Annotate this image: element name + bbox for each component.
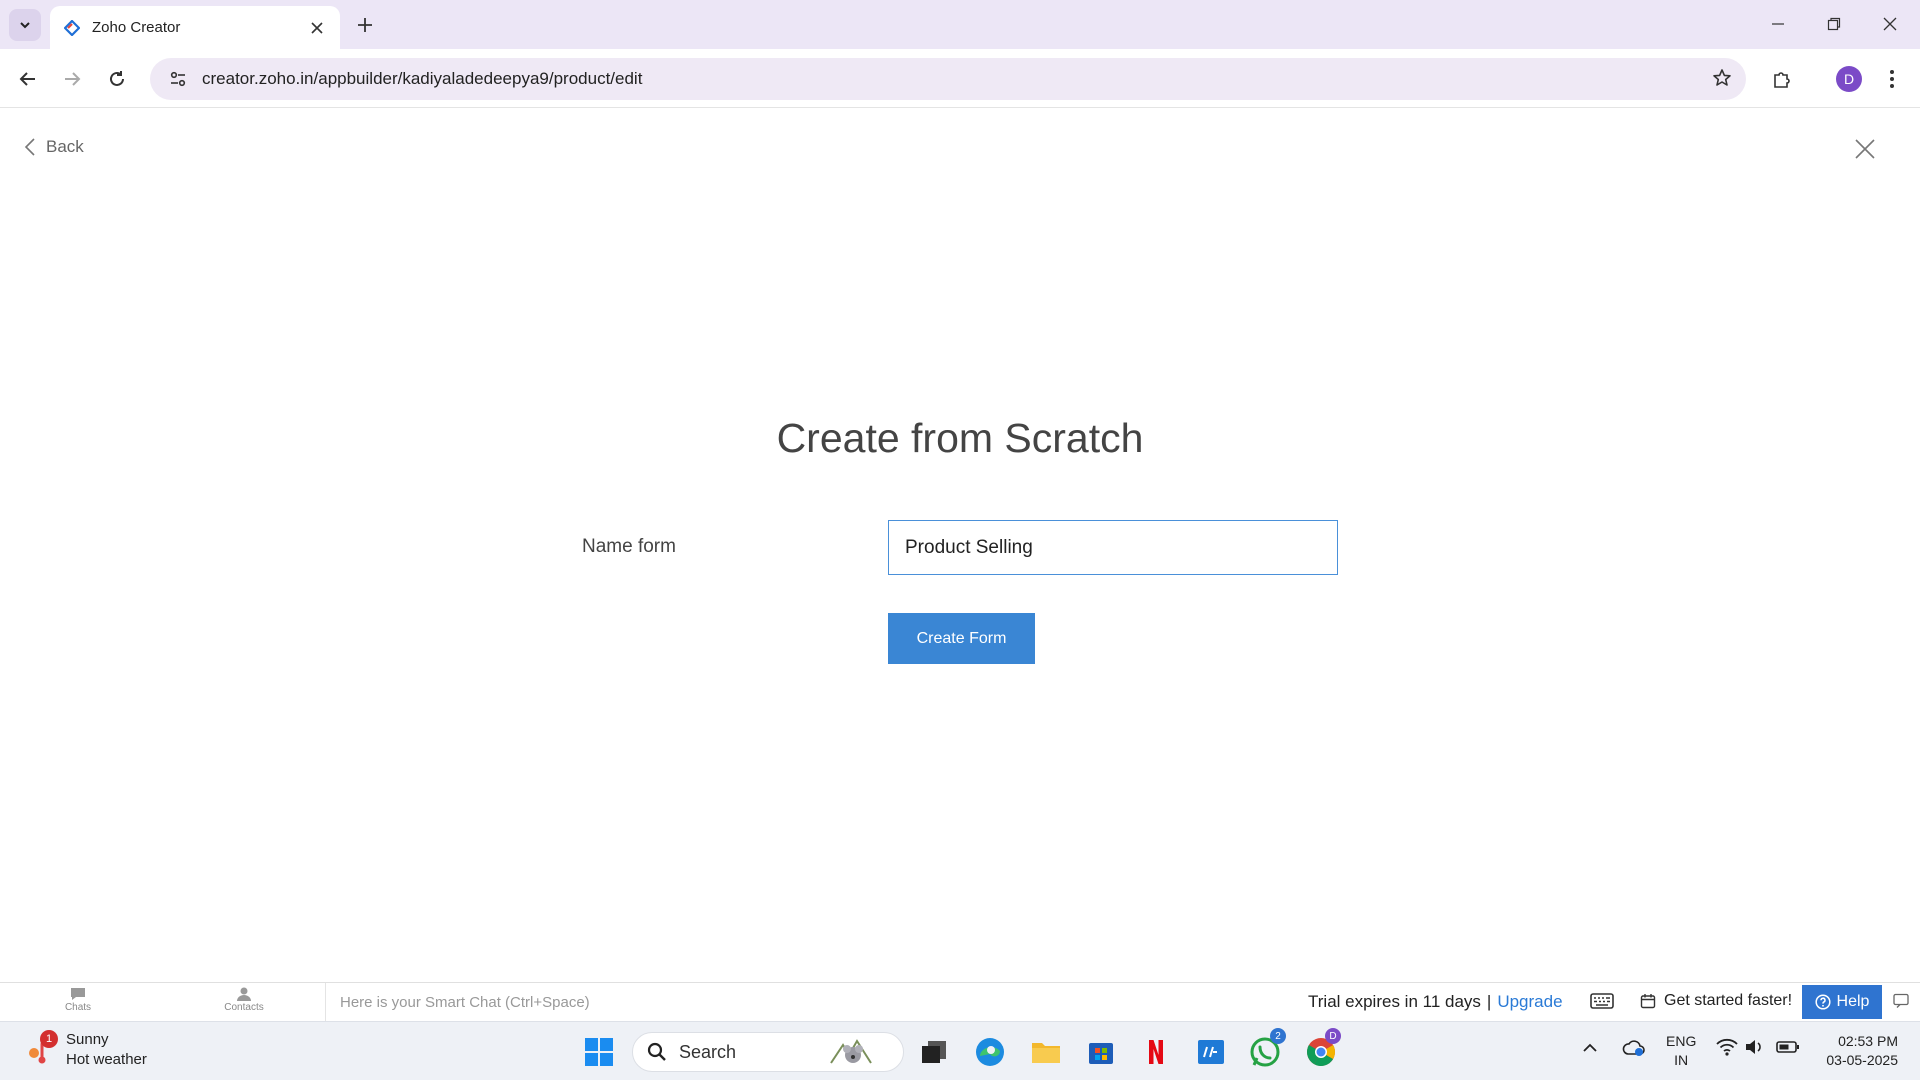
region-code: IN xyxy=(1674,1052,1689,1068)
help-button[interactable]: Help xyxy=(1802,985,1882,1019)
get-started-button[interactable]: Get started faster! xyxy=(1640,992,1792,1010)
taskbar-search-label: Search xyxy=(679,1041,737,1062)
chat-bubble-icon xyxy=(71,988,85,1000)
window-close-button[interactable] xyxy=(1870,8,1910,40)
plus-icon xyxy=(358,18,372,32)
browser-menu-button[interactable] xyxy=(1882,63,1902,95)
tab-title: Zoho Creator xyxy=(92,19,181,36)
tab-search-button[interactable] xyxy=(9,9,41,41)
tab-zoho-creator[interactable]: Zoho Creator xyxy=(50,6,340,49)
zoho-footer-bar: Chats Contacts Here is your Smart Chat (… xyxy=(0,982,1920,1021)
browser-toolbar: creator.zoho.in/appbuilder/kadiyaladedee… xyxy=(0,49,1920,108)
forward-nav-button[interactable] xyxy=(56,63,88,95)
upgrade-link[interactable]: Upgrade xyxy=(1497,992,1562,1011)
url-text: creator.zoho.in/appbuilder/kadiyaladedee… xyxy=(202,69,643,88)
smart-chat-input[interactable]: Here is your Smart Chat (Ctrl+Space) xyxy=(325,983,1325,1021)
netflix-icon[interactable] xyxy=(1136,1032,1176,1072)
calendar-icon xyxy=(1640,994,1656,1009)
help-label: Help xyxy=(1836,993,1870,1010)
create-form-button[interactable]: Create Form xyxy=(888,613,1035,664)
more-vertical-icon xyxy=(1890,70,1894,88)
volume-icon[interactable] xyxy=(1744,1038,1764,1059)
task-view-icon[interactable] xyxy=(914,1032,954,1072)
page-title: Create from Scratch xyxy=(776,415,1144,461)
keyboard-icon[interactable] xyxy=(1590,992,1614,1015)
contact-icon xyxy=(237,987,251,1001)
puzzle-icon xyxy=(1774,72,1790,88)
close-icon xyxy=(1855,139,1875,159)
question-circle-icon xyxy=(1814,994,1831,1010)
chats-button[interactable]: Chats xyxy=(48,986,108,1013)
address-bar[interactable]: creator.zoho.in/appbuilder/kadiyaladedee… xyxy=(150,58,1746,100)
chevron-left-icon xyxy=(24,138,35,156)
whatsapp-notification-badge: 2 xyxy=(1270,1028,1286,1044)
clock-date: 03-05-2025 xyxy=(1826,1052,1898,1068)
profile-avatar[interactable]: D xyxy=(1836,66,1862,92)
back-link[interactable]: Back xyxy=(24,137,84,157)
arrow-right-icon xyxy=(65,72,81,86)
tab-close-icon[interactable] xyxy=(308,19,326,37)
minimize-icon xyxy=(1772,23,1784,25)
zoho-creator-favicon-icon xyxy=(64,19,80,36)
trial-separator: | xyxy=(1486,992,1492,1011)
cloud-sync-icon[interactable] xyxy=(1622,1038,1646,1061)
get-started-label: Get started faster! xyxy=(1664,992,1793,1009)
weather-subtitle: Hot weather xyxy=(66,1051,147,1068)
battery-icon[interactable] xyxy=(1776,1038,1800,1059)
myhp-icon[interactable] xyxy=(1191,1032,1231,1072)
site-info-icon[interactable] xyxy=(158,58,198,100)
browser-tabstrip: Zoho Creator xyxy=(0,0,1920,49)
show-hidden-icons-chevron-up-icon[interactable] xyxy=(1582,1040,1598,1056)
koala-search-highlight-icon xyxy=(830,1039,872,1064)
form-name-input[interactable] xyxy=(888,520,1338,575)
file-explorer-icon[interactable] xyxy=(1026,1032,1066,1072)
taskbar-search-box[interactable]: Search xyxy=(632,1032,904,1072)
edge-browser-icon[interactable] xyxy=(970,1032,1010,1072)
windows-start-icon[interactable] xyxy=(579,1032,619,1072)
back-nav-button[interactable] xyxy=(12,63,44,95)
weather-alert-badge: 1 xyxy=(40,1030,58,1048)
restore-icon xyxy=(1827,17,1841,31)
chats-label: Chats xyxy=(64,1002,92,1013)
reload-icon xyxy=(110,71,124,86)
new-tab-button[interactable] xyxy=(352,12,378,38)
weather-title: Sunny xyxy=(66,1031,109,1048)
bookmark-star-icon[interactable] xyxy=(1712,68,1732,93)
weather-sun-icon: 1 xyxy=(24,1030,58,1066)
back-label: Back xyxy=(46,137,84,156)
extensions-button[interactable] xyxy=(1764,63,1800,95)
system-clock[interactable]: 02:53 PM 03-05-2025 xyxy=(1818,1032,1898,1070)
arrow-left-icon xyxy=(19,72,35,86)
wifi-icon[interactable] xyxy=(1716,1038,1738,1059)
contacts-button[interactable]: Contacts xyxy=(214,986,274,1013)
close-page-button[interactable] xyxy=(1850,134,1880,164)
trial-notice: Trial expires in 11 days | Upgrade xyxy=(1308,992,1563,1012)
name-form-label: Name form xyxy=(582,536,676,557)
windows-taskbar: 1 Sunny Hot weather Search 2 D ENG IN 02… xyxy=(0,1021,1920,1080)
weather-widget[interactable]: 1 Sunny Hot weather xyxy=(24,1030,147,1070)
reload-button[interactable] xyxy=(101,63,133,95)
clock-time: 02:53 PM xyxy=(1838,1033,1898,1049)
restore-button[interactable] xyxy=(1814,8,1854,40)
chrome-icon[interactable]: D xyxy=(1301,1028,1341,1072)
trial-text: Trial expires in 11 days xyxy=(1308,992,1481,1011)
input-language[interactable]: ENG IN xyxy=(1666,1032,1696,1070)
message-icon[interactable] xyxy=(1892,993,1910,1014)
close-icon xyxy=(1883,17,1897,31)
language-code: ENG xyxy=(1666,1033,1697,1049)
microsoft-store-icon[interactable] xyxy=(1081,1032,1121,1072)
search-icon xyxy=(647,1042,666,1061)
minimize-button[interactable] xyxy=(1758,8,1798,40)
chrome-profile-badge: D xyxy=(1325,1028,1341,1044)
whatsapp-icon[interactable]: 2 xyxy=(1246,1028,1286,1072)
contacts-label: Contacts xyxy=(224,1002,264,1013)
chevron-down-icon xyxy=(20,22,30,29)
